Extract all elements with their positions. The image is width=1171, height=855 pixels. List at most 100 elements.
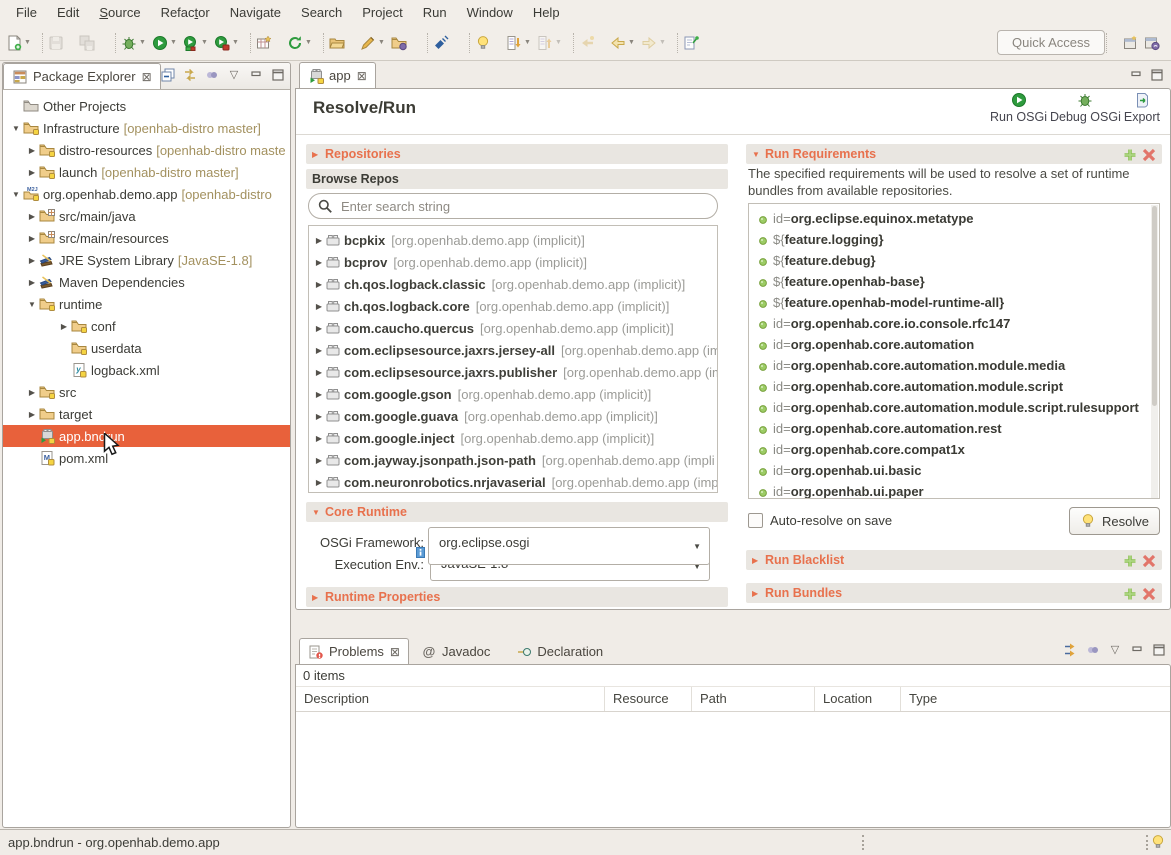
- expand-arrow-icon[interactable]: ▶: [313, 434, 325, 443]
- maximize-icon[interactable]: [270, 67, 286, 83]
- expand-arrow-icon[interactable]: ▶: [25, 278, 39, 287]
- expand-arrow-icon[interactable]: ▼: [25, 300, 39, 309]
- tree-item[interactable]: ▶ src/main/resources: [3, 227, 290, 249]
- dropdown-arrow-icon[interactable]: ▼: [524, 39, 533, 46]
- requirement-item[interactable]: ${ feature.debug }: [749, 250, 1159, 271]
- editor-action-button[interactable]: Export: [1124, 92, 1160, 124]
- expand-arrow-icon[interactable]: ▶: [313, 412, 325, 421]
- section-twisty-icon[interactable]: ▼: [752, 150, 765, 159]
- section-twisty-icon[interactable]: ▼: [312, 508, 325, 517]
- dropdown-arrow-icon[interactable]: ▼: [170, 39, 179, 46]
- section-twisty-icon[interactable]: ▶: [312, 150, 325, 159]
- add-bundle-icon[interactable]: [1122, 586, 1137, 601]
- menu-item[interactable]: Edit: [47, 2, 89, 23]
- minimize-icon[interactable]: [1128, 67, 1144, 83]
- add-blacklist-icon[interactable]: [1122, 553, 1137, 568]
- tree-item[interactable]: y logback.xml: [3, 359, 290, 381]
- repo-list-item[interactable]: ▶ com.jayway.jsonpath.json-path [org.ope…: [309, 449, 717, 471]
- editor-action-button[interactable]: Run OSGi: [990, 92, 1047, 124]
- section-twisty-icon[interactable]: ▶: [752, 556, 765, 565]
- quick-access-box[interactable]: Quick Access: [997, 30, 1105, 55]
- repo-list-item[interactable]: ▶ com.eclipsesource.jaxrs.publisher [org…: [309, 361, 717, 383]
- minimize-icon[interactable]: [248, 67, 264, 83]
- bottom-view-tab[interactable]: Problems ⊠: [299, 638, 409, 664]
- expand-arrow-icon[interactable]: ▶: [25, 212, 39, 221]
- tree-item[interactable]: ▶ JRE System Library [JavaSE-1.8]: [3, 249, 290, 271]
- expand-arrow-icon[interactable]: ▶: [313, 456, 325, 465]
- repo-list-item[interactable]: ▶ ch.qos.logback.core [org.openhab.demo.…: [309, 295, 717, 317]
- section-twisty-icon[interactable]: ▶: [752, 589, 765, 598]
- repo-list-item[interactable]: ▶ com.caucho.quercus [org.openhab.demo.a…: [309, 317, 717, 339]
- expand-arrow-icon[interactable]: ▶: [313, 368, 325, 377]
- remove-blacklist-icon[interactable]: [1141, 553, 1156, 568]
- tree-item[interactable]: ▼ M2J org.openhab.demo.app [openhab-dist…: [3, 183, 290, 205]
- tree-item[interactable]: ▼ Infrastructure [openhab-distro master]: [3, 117, 290, 139]
- chevron-down-icon[interactable]: ▼: [693, 542, 701, 551]
- requirement-item[interactable]: ${ feature.openhab-base }: [749, 271, 1159, 292]
- toolbar-button[interactable]: [77, 31, 108, 55]
- resolve-button[interactable]: Resolve: [1069, 507, 1160, 535]
- tree-item[interactable]: ▶ launch [openhab-distro master]: [3, 161, 290, 183]
- repo-list-item[interactable]: ▶ com.google.gson [org.openhab.demo.app …: [309, 383, 717, 405]
- toolbar-button[interactable]: ▼: [358, 31, 389, 55]
- repo-list-item[interactable]: ▶ com.eclipsesource.jaxrs.jersey-all [or…: [309, 339, 717, 361]
- osgi-framework-combo[interactable]: org.eclipse.osgi ▼: [428, 527, 710, 565]
- remove-requirement-icon[interactable]: [1141, 147, 1156, 162]
- menu-item[interactable]: File: [6, 2, 47, 23]
- close-icon[interactable]: ⊠: [142, 70, 152, 84]
- dropdown-arrow-icon[interactable]: ▼: [232, 39, 241, 46]
- repo-list-item[interactable]: ▶ ch.qos.logback.classic [org.openhab.de…: [309, 273, 717, 295]
- expand-arrow-icon[interactable]: ▶: [25, 410, 39, 419]
- repo-list-item[interactable]: ▶ com.google.guava [org.openhab.demo.app…: [309, 405, 717, 427]
- expand-arrow-icon[interactable]: ▶: [25, 256, 39, 265]
- toolbar-button[interactable]: ▼: [535, 31, 566, 55]
- menu-item[interactable]: Window: [457, 2, 523, 23]
- toolbar-button[interactable]: ▼: [150, 31, 181, 55]
- search-input[interactable]: [339, 198, 709, 215]
- dropdown-arrow-icon[interactable]: ▼: [201, 39, 210, 46]
- table-column-header[interactable]: Path: [692, 687, 815, 711]
- requirement-item[interactable]: id= org.eclipse.equinox.metatype: [749, 208, 1159, 229]
- tree-item[interactable]: ▶ src: [3, 381, 290, 403]
- expand-arrow-icon[interactable]: ▼: [9, 190, 23, 199]
- expand-arrow-icon[interactable]: ▶: [313, 346, 325, 355]
- dropdown-arrow-icon[interactable]: ▼: [305, 39, 314, 46]
- expand-arrow-icon[interactable]: ▶: [313, 258, 325, 267]
- repo-list-item[interactable]: ▶ bcprov [org.openhab.demo.app (implicit…: [309, 251, 717, 273]
- requirement-item[interactable]: id= org.openhab.core.io.console.rfc147: [749, 313, 1159, 334]
- section-run-bundles[interactable]: ▶ Run Bundles: [746, 583, 1162, 603]
- expand-arrow-icon[interactable]: ▶: [313, 478, 325, 487]
- toolbar-button[interactable]: ▼: [212, 31, 243, 55]
- close-icon[interactable]: ⊠: [390, 645, 400, 659]
- repo-list-item[interactable]: ▶ com.neuronrobotics.nrjavaserial [org.o…: [309, 471, 717, 493]
- expand-arrow-icon[interactable]: ▶: [313, 302, 325, 311]
- toolbar-button[interactable]: [327, 31, 358, 55]
- tree-item[interactable]: ▶ src/main/java: [3, 205, 290, 227]
- repo-list-item[interactable]: ▶ com.google.inject [org.openhab.demo.ap…: [309, 427, 717, 449]
- requirement-item[interactable]: id= org.openhab.core.automation: [749, 334, 1159, 355]
- toolbar-button[interactable]: ▼: [504, 31, 535, 55]
- bottom-view-tab[interactable]: @ Javadoc: [413, 639, 504, 664]
- collapse-all-icon[interactable]: [160, 67, 176, 83]
- dropdown-arrow-icon[interactable]: ▼: [659, 39, 668, 46]
- tree-item[interactable]: M pom.xml: [3, 447, 290, 469]
- expand-arrow-icon[interactable]: ▼: [9, 124, 23, 133]
- menu-item[interactable]: Navigate: [220, 2, 291, 23]
- table-column-header[interactable]: Resource: [605, 687, 692, 711]
- tree-item[interactable]: ▶ target: [3, 403, 290, 425]
- expand-arrow-icon[interactable]: ▶: [313, 236, 325, 245]
- tree-item[interactable]: ▼ runtime: [3, 293, 290, 315]
- perspective-button[interactable]: [1119, 31, 1141, 55]
- expand-arrow-icon[interactable]: ▶: [313, 324, 325, 333]
- toolbar-button[interactable]: ▼: [608, 31, 639, 55]
- requirement-item[interactable]: id= org.openhab.core.automation.module.m…: [749, 355, 1159, 376]
- menu-item[interactable]: Run: [413, 2, 457, 23]
- dropdown-arrow-icon[interactable]: ▼: [628, 39, 637, 46]
- editor-action-button[interactable]: Debug OSGi: [1050, 92, 1121, 124]
- expand-arrow-icon[interactable]: ▶: [25, 388, 39, 397]
- toolbar-button[interactable]: [681, 31, 712, 55]
- toolbar-button[interactable]: [243, 33, 251, 53]
- add-requirement-icon[interactable]: [1122, 147, 1137, 162]
- tree-item[interactable]: userdata: [3, 337, 290, 359]
- expand-arrow-icon[interactable]: ▶: [25, 146, 39, 155]
